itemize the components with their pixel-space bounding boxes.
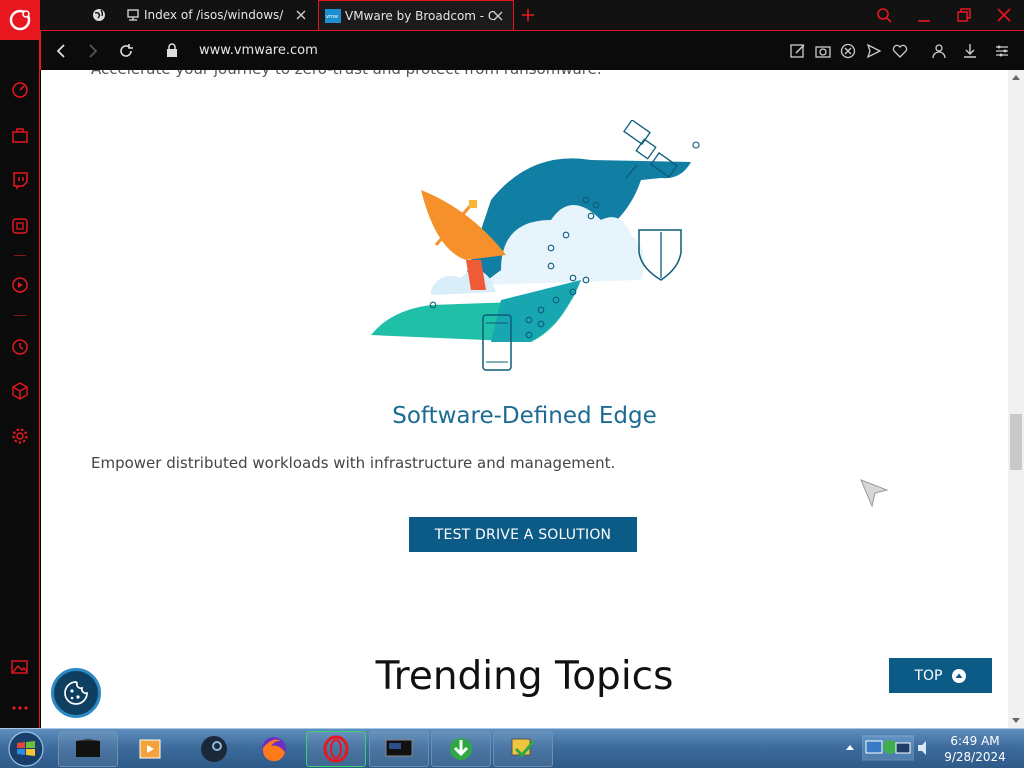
tab-title: VMware by Broadcom - Cl bbox=[345, 8, 495, 23]
opera-gx-icon bbox=[323, 735, 349, 763]
dark-monitor-icon bbox=[76, 739, 100, 757]
svg-text:vmw: vmw bbox=[326, 14, 338, 20]
search-tabs-icon[interactable] bbox=[874, 5, 894, 25]
camera-icon[interactable] bbox=[814, 42, 832, 60]
taskbar-media-player[interactable] bbox=[120, 731, 180, 767]
folder-server-icon bbox=[127, 9, 139, 21]
page-scrollbar[interactable] bbox=[1008, 70, 1024, 728]
speed-dial-icon[interactable] bbox=[10, 80, 30, 100]
tab-index-isos[interactable]: Index of /isos/windows/ bbox=[120, 0, 316, 30]
restore-icon[interactable] bbox=[954, 5, 974, 25]
close-window-icon[interactable] bbox=[994, 5, 1014, 25]
section-title: Software-Defined Edge bbox=[392, 403, 657, 429]
reload-icon[interactable] bbox=[116, 41, 136, 61]
minimize-icon[interactable] bbox=[914, 5, 934, 25]
taskbar-monitor-app[interactable] bbox=[369, 731, 429, 767]
twitch-icon[interactable] bbox=[10, 170, 30, 190]
system-clock[interactable]: 6:49 AM 9/28/2024 bbox=[940, 733, 1010, 765]
scroll-up-arrow-icon[interactable] bbox=[1012, 74, 1020, 82]
new-tab-icon[interactable] bbox=[518, 5, 538, 25]
windows-start-icon[interactable] bbox=[6, 730, 46, 768]
tray-expand-icon[interactable] bbox=[845, 743, 855, 753]
send-icon[interactable] bbox=[865, 42, 883, 60]
taskbar-setup-app[interactable] bbox=[493, 731, 553, 767]
steam-icon bbox=[201, 736, 227, 762]
download-manager-icon bbox=[450, 738, 472, 760]
scroll-down-arrow-icon[interactable] bbox=[1012, 716, 1020, 724]
previous-section-desc: Accelerate your journey to zero-trust an… bbox=[91, 70, 602, 78]
taskbar-steam[interactable] bbox=[184, 731, 244, 767]
tab-globe[interactable] bbox=[80, 0, 118, 30]
taskbar-opera[interactable] bbox=[306, 731, 366, 767]
heart-icon[interactable] bbox=[891, 42, 909, 60]
gallery-icon[interactable] bbox=[10, 657, 30, 677]
web-page: Accelerate your journey to zero-trust an… bbox=[41, 70, 1008, 728]
easy-setup-icon[interactable] bbox=[993, 42, 1011, 60]
opera-menu-button[interactable] bbox=[0, 0, 40, 40]
cookie-settings-button[interactable] bbox=[51, 668, 101, 718]
section-description: Empower distributed workloads with infra… bbox=[91, 454, 616, 472]
tab-strip: Index of /isos/windows/ vmw VMware by Br… bbox=[40, 0, 1024, 30]
arrow-up-circle-icon bbox=[951, 668, 966, 683]
clock-time: 6:49 AM bbox=[950, 734, 1000, 748]
edit-icon[interactable] bbox=[789, 42, 807, 60]
windows-taskbar: 6:49 AM 9/28/2024 bbox=[0, 728, 1024, 768]
volume-icon[interactable] bbox=[916, 739, 930, 757]
sidebar-divider bbox=[14, 315, 26, 316]
url-field[interactable]: www.vmware.com bbox=[199, 43, 318, 58]
back-to-top-button[interactable]: TOP bbox=[889, 658, 992, 693]
sidebar bbox=[0, 40, 40, 728]
back-icon[interactable] bbox=[51, 41, 71, 61]
opera-logo-icon bbox=[9, 9, 31, 31]
close-tab-icon[interactable] bbox=[491, 9, 505, 23]
tab-title: Index of /isos/windows/ bbox=[144, 8, 284, 22]
close-tab-icon[interactable] bbox=[294, 8, 308, 22]
shopping-bag-icon[interactable] bbox=[10, 125, 30, 145]
vmware-favicon-icon: vmw bbox=[325, 8, 341, 23]
forward-icon[interactable] bbox=[83, 41, 103, 61]
history-icon[interactable] bbox=[10, 337, 30, 357]
more-dots-icon[interactable] bbox=[10, 698, 30, 718]
taskbar-idm[interactable] bbox=[431, 731, 491, 767]
ad-block-icon[interactable] bbox=[839, 42, 857, 60]
setup-checkmark-icon bbox=[511, 738, 536, 758]
firefox-icon bbox=[262, 737, 286, 762]
network-tray-icon[interactable] bbox=[862, 735, 914, 761]
sidebar-divider bbox=[14, 255, 26, 256]
download-icon[interactable] bbox=[961, 42, 979, 60]
top-button-label: TOP bbox=[914, 667, 943, 684]
trending-topics-heading: Trending Topics bbox=[375, 654, 674, 699]
scroll-thumb[interactable] bbox=[1010, 414, 1022, 470]
screen: Index of /isos/windows/ vmw VMware by Br… bbox=[0, 0, 1024, 768]
software-defined-edge-illustration-icon bbox=[371, 120, 700, 371]
lock-icon[interactable] bbox=[164, 42, 180, 58]
profile-icon[interactable] bbox=[930, 42, 948, 60]
instagram-icon[interactable] bbox=[10, 216, 30, 236]
settings-gear-icon[interactable] bbox=[10, 426, 30, 446]
monitor-icon bbox=[385, 739, 413, 757]
taskbar-firefox[interactable] bbox=[244, 731, 304, 767]
taskbar-app-dark[interactable] bbox=[58, 731, 118, 767]
clock-date: 9/28/2024 bbox=[944, 750, 1006, 764]
globe-icon bbox=[93, 9, 105, 21]
address-bar: www.vmware.com bbox=[40, 30, 1024, 70]
test-drive-button[interactable]: TEST DRIVE A SOLUTION bbox=[409, 517, 637, 552]
tab-vmware[interactable]: vmw VMware by Broadcom - Cl bbox=[318, 0, 514, 30]
media-player-icon bbox=[139, 739, 161, 759]
mouse-pointer-icon bbox=[860, 479, 889, 508]
extensions-cube-icon[interactable] bbox=[10, 381, 30, 401]
cookie-icon bbox=[64, 681, 88, 705]
player-icon[interactable] bbox=[10, 275, 30, 295]
